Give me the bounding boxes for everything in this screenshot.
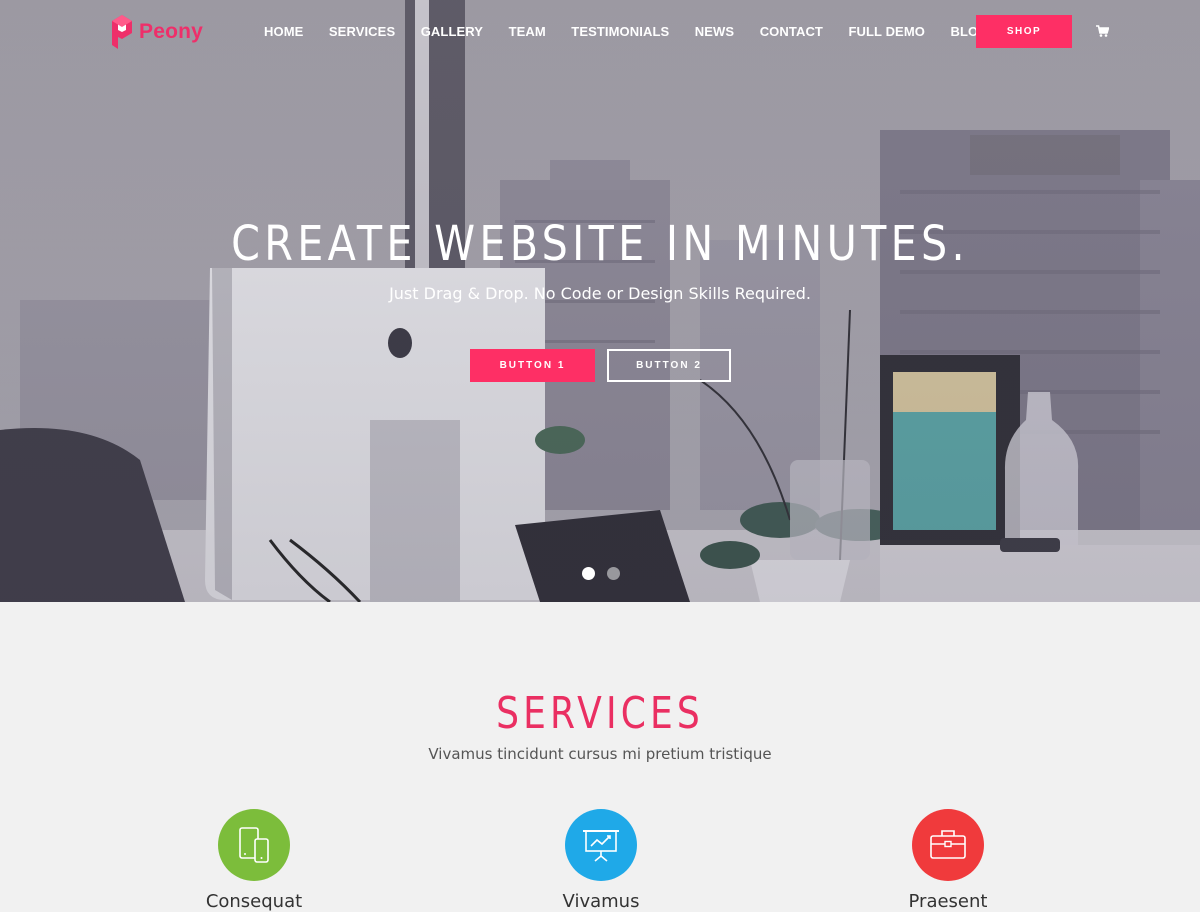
service-card-praesent: Praesent xyxy=(848,809,1048,912)
nav-services[interactable]: SERVICES xyxy=(329,24,395,39)
nav-testimonials[interactable]: TESTIMONIALS xyxy=(571,24,669,39)
hero-subtitle: Just Drag & Drop. No Code or Design Skil… xyxy=(389,284,811,303)
service-card-consequat: Consequat xyxy=(154,809,354,912)
peony-logo-icon xyxy=(112,15,132,49)
slider-dot-1[interactable] xyxy=(582,567,595,580)
service-card-vivamus: Vivamus xyxy=(501,809,701,912)
hero-button-2[interactable]: BUTTON 2 xyxy=(607,349,731,382)
services-section: SERVICES Vivamus tincidunt cursus mi pre… xyxy=(0,602,1200,912)
site-name: Peony xyxy=(139,20,204,43)
service-icon-circle[interactable] xyxy=(218,809,290,881)
service-icon-circle[interactable] xyxy=(565,809,637,881)
slider-dot-2[interactable] xyxy=(607,567,620,580)
hero-button-1[interactable]: BUTTON 1 xyxy=(470,349,595,382)
service-icon-circle[interactable] xyxy=(912,809,984,881)
shop-button[interactable]: SHOP xyxy=(976,15,1072,48)
briefcase-icon xyxy=(930,830,966,859)
site-logo[interactable]: Peony xyxy=(110,15,203,49)
nav-full-demo[interactable]: FULL DEMO xyxy=(848,24,925,39)
hero-title: CREATE WEBSITE IN MINUTES. xyxy=(231,216,969,272)
slider-pagination xyxy=(582,567,632,580)
presentation-chart-icon xyxy=(583,830,619,862)
nav-contact[interactable]: CONTACT xyxy=(760,24,823,39)
nav-team[interactable]: TEAM xyxy=(509,24,546,39)
services-subtitle: Vivamus tincidunt cursus mi pretium tris… xyxy=(428,745,772,763)
main-menu: HOME SERVICES GALLERY TEAM TESTIMONIALS … xyxy=(264,22,1014,40)
nav-gallery[interactable]: GALLERY xyxy=(421,24,483,39)
hero-slider: Peony HOME SERVICES GALLERY TEAM TESTIMO… xyxy=(0,0,1200,602)
devices-icon xyxy=(239,827,269,863)
nav-news[interactable]: NEWS xyxy=(695,24,734,39)
services-title: SERVICES xyxy=(496,688,704,739)
service-label: Vivamus xyxy=(562,891,640,912)
service-label: Consequat xyxy=(205,891,303,912)
nav-home[interactable]: HOME xyxy=(264,24,303,39)
top-navigation: Peony HOME SERVICES GALLERY TEAM TESTIMO… xyxy=(0,0,1200,62)
cart-icon[interactable] xyxy=(1096,25,1109,37)
service-label: Praesent xyxy=(908,891,988,912)
